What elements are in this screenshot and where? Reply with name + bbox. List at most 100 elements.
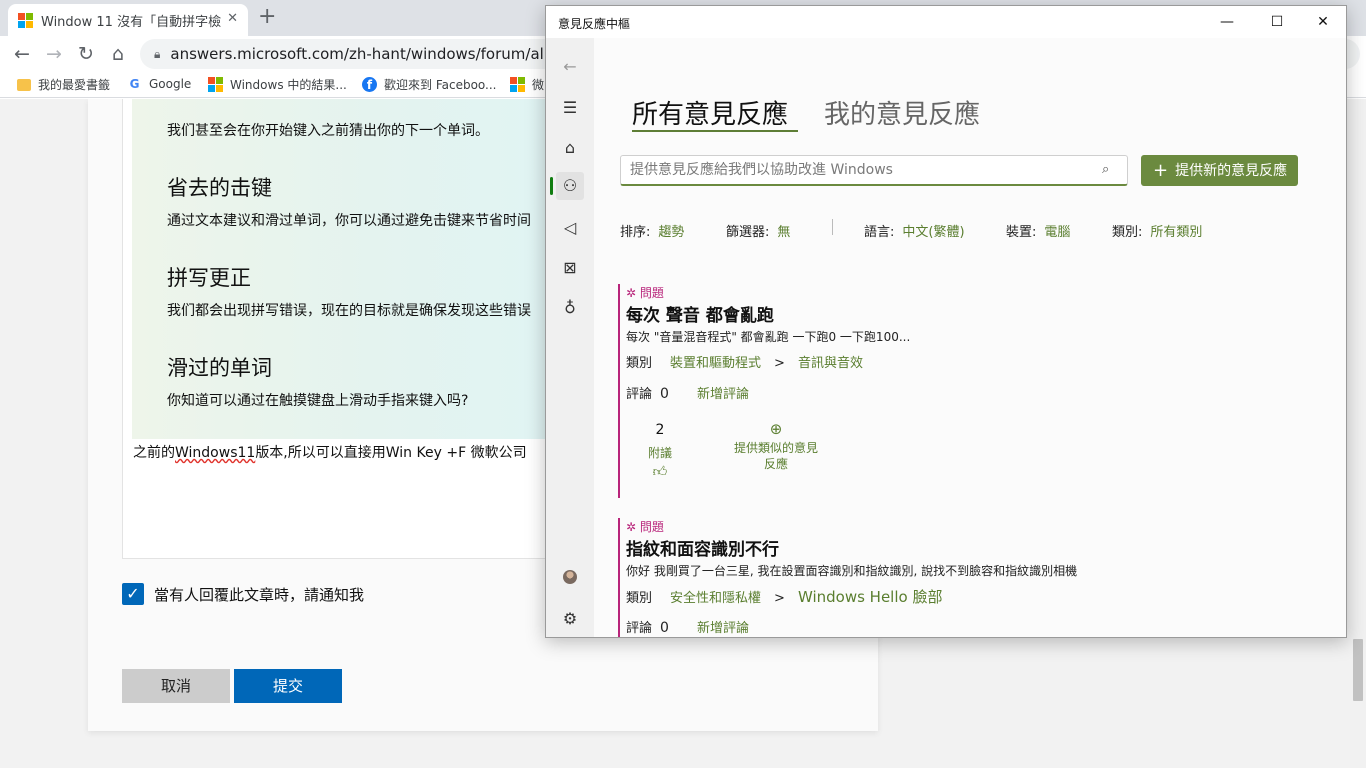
facebook-icon: f <box>362 77 377 92</box>
misspelled-word: Windows11 <box>175 445 256 461</box>
scrollbar-thumb[interactable] <box>1353 639 1363 701</box>
subcategory-link[interactable]: 音訊與音效 <box>798 356 863 371</box>
problem-label: ✲ 問題 <box>626 518 664 535</box>
cancel-button[interactable]: 取消 <box>122 669 230 703</box>
filter-filter[interactable]: 篩選器: 無 <box>726 221 790 240</box>
window-titlebar[interactable]: 意見反應中樞 — ☐ ✕ <box>546 6 1346 38</box>
comments-count: 0 <box>660 620 669 636</box>
category-link[interactable]: 安全性和隱私權 <box>670 591 761 606</box>
upvote-label: 附議 <box>647 446 672 460</box>
page-scrollbar[interactable] <box>1350 99 1366 768</box>
settings-gear-icon[interactable]: ⚙ <box>556 605 584 633</box>
thumbs-up-icon: 👍︎ <box>652 464 668 480</box>
feedback-item[interactable]: ✲ 問題 每次 聲音 都會亂跑 每次 "音量混音程式" 都會亂跑 一下跑0 一下… <box>618 284 1318 498</box>
reload-icon[interactable]: ↻ <box>74 42 98 66</box>
category-link[interactable]: 裝置和驅動程式 <box>670 356 761 371</box>
submit-button[interactable]: 提交 <box>234 669 342 703</box>
filter-category[interactable]: 類別: 所有類別 <box>1112 221 1202 240</box>
tab-close-icon[interactable]: ✕ <box>227 11 238 26</box>
category-separator: > <box>774 356 785 371</box>
upvote-button[interactable]: 2 附議 👍︎ <box>640 422 680 480</box>
feedback-title[interactable]: 每次 聲音 都會亂跑 <box>626 301 774 326</box>
filter-divider <box>832 219 833 235</box>
feedback-main: 所有意見反應 我的意見反應 提供意見反應給我們以協助改進 Windows ⌕ +… <box>594 38 1346 637</box>
add-new-feedback-button[interactable]: + 提供新的意見反應 <box>1141 155 1298 186</box>
filter-label: 類別: <box>1112 225 1143 240</box>
tab-all-feedback[interactable]: 所有意見反應 <box>632 94 788 131</box>
feedback-item[interactable]: ✲ 問題 指紋和面容識別不行 你好 我剛買了一台三星, 我在設置面容識別和指紋識… <box>618 518 1318 637</box>
bookmark-item[interactable]: Windows 中的結果... <box>208 76 347 93</box>
filter-language[interactable]: 語言: 中文(繁體) <box>864 221 965 240</box>
add-comment-link[interactable]: 新增評論 <box>697 621 749 636</box>
search-icon[interactable]: ⌕ <box>1102 162 1109 177</box>
quests-icon[interactable]: ⊠ <box>556 254 584 282</box>
announcements-megaphone-icon[interactable]: ◁ <box>556 214 584 242</box>
notify-checkbox[interactable]: ✓ <box>122 583 144 605</box>
tip-text: 我们都会出现拼写错误，现在的目标就是确保发现这些错误 <box>167 303 531 319</box>
tip-heading: 省去的击键 <box>167 176 272 200</box>
achievements-badge-icon[interactable]: ♁ <box>556 294 584 322</box>
comments-label: 評論 <box>626 621 653 636</box>
feedback-description: 你好 我剛買了一台三星, 我在設置面容識別和指紋識別, 說找不到臉容和指紋識別相… <box>626 564 1078 578</box>
comments-count: 0 <box>660 386 669 402</box>
filter-label: 排序: <box>620 225 651 240</box>
folder-icon <box>16 77 31 92</box>
tab-title: Window 11 沒有「自動拼字檢查 <box>41 14 221 30</box>
lock-icon: 🔒︎ <box>154 46 161 61</box>
category-label: 類別 <box>626 591 653 606</box>
feedback-nav-icon[interactable]: ⚇ <box>556 172 584 200</box>
minimize-icon[interactable]: — <box>1204 6 1250 38</box>
add-comment-icon: ⊕ <box>769 420 783 438</box>
tip-heading: 滑过的单词 <box>167 356 272 380</box>
avatar[interactable] <box>563 570 577 584</box>
bookmark-label: Google <box>149 76 192 91</box>
add-similar-feedback-button[interactable]: ⊕ 提供類似的意見 反應 <box>720 420 832 472</box>
bookmark-item[interactable]: f 歡迎來到 Faceboo... <box>362 76 496 93</box>
bug-icon: ✲ <box>626 520 640 534</box>
filter-value: 無 <box>777 225 791 240</box>
feedback-category: 類別 裝置和驅動程式 > 音訊與音效 <box>626 352 863 371</box>
tip-heading: 拼写更正 <box>167 266 251 290</box>
microsoft-icon <box>208 77 223 92</box>
card-accent-bar <box>618 518 620 637</box>
add-comment-link[interactable]: 新增評論 <box>697 387 749 402</box>
filter-value: 中文(繁體) <box>902 225 965 240</box>
home-icon[interactable]: ⌂ <box>556 134 584 162</box>
editor-content: 之前的Windows11版本,所以可以直接用Win Key +F 微軟公司 <box>133 442 527 462</box>
plus-icon: + <box>1153 160 1169 181</box>
home-icon[interactable]: ⌂ <box>106 42 130 66</box>
window-title: 意見反應中樞 <box>558 17 631 31</box>
bug-icon: ✲ <box>626 286 640 300</box>
microsoft-icon <box>510 77 525 92</box>
selected-indicator <box>550 177 553 195</box>
maximize-icon[interactable]: ☐ <box>1254 6 1300 38</box>
card-accent-bar <box>618 284 620 498</box>
bookmark-item[interactable]: 我的最愛書籤 <box>16 76 110 93</box>
filter-sort[interactable]: 排序: 趨勢 <box>620 221 684 240</box>
comments-row: 評論 0 新增評論 <box>626 617 749 636</box>
similar-label-line1: 提供類似的意見 <box>733 441 818 455</box>
feedback-title[interactable]: 指紋和面容識別不行 <box>626 535 779 560</box>
filter-label: 篩選器: <box>726 225 770 240</box>
close-icon[interactable]: ✕ <box>1300 6 1346 38</box>
upvote-count: 2 <box>655 422 665 438</box>
filter-device[interactable]: 裝置: 電腦 <box>1006 221 1070 240</box>
category-separator: > <box>774 591 785 606</box>
bookmark-item[interactable]: 微 <box>510 76 544 93</box>
forward-arrow-icon[interactable]: → <box>42 42 66 66</box>
category-label: 類別 <box>626 356 653 371</box>
bookmark-item[interactable]: G Google <box>127 76 192 91</box>
tip-text: 你知道可以通过在触摸键盘上滑动手指来键入吗? <box>167 393 469 409</box>
hamburger-menu-icon[interactable]: ☰ <box>556 94 584 122</box>
back-arrow-icon[interactable]: ← <box>556 53 584 81</box>
bookmark-label: 歡迎來到 Faceboo... <box>384 78 497 92</box>
comments-label: 評論 <box>626 387 653 402</box>
back-arrow-icon[interactable]: ← <box>10 42 34 66</box>
google-icon: G <box>129 76 140 91</box>
search-input[interactable]: 提供意見反應給我們以協助改進 Windows <box>620 155 1128 186</box>
tab-my-feedback[interactable]: 我的意見反應 <box>824 94 980 131</box>
new-tab-button[interactable]: + <box>258 4 276 29</box>
filter-label: 語言: <box>864 225 895 240</box>
subcategory-link[interactable]: Windows Hello 臉部 <box>798 588 943 606</box>
browser-tab[interactable]: Window 11 沒有「自動拼字檢查 ✕ <box>8 4 248 36</box>
